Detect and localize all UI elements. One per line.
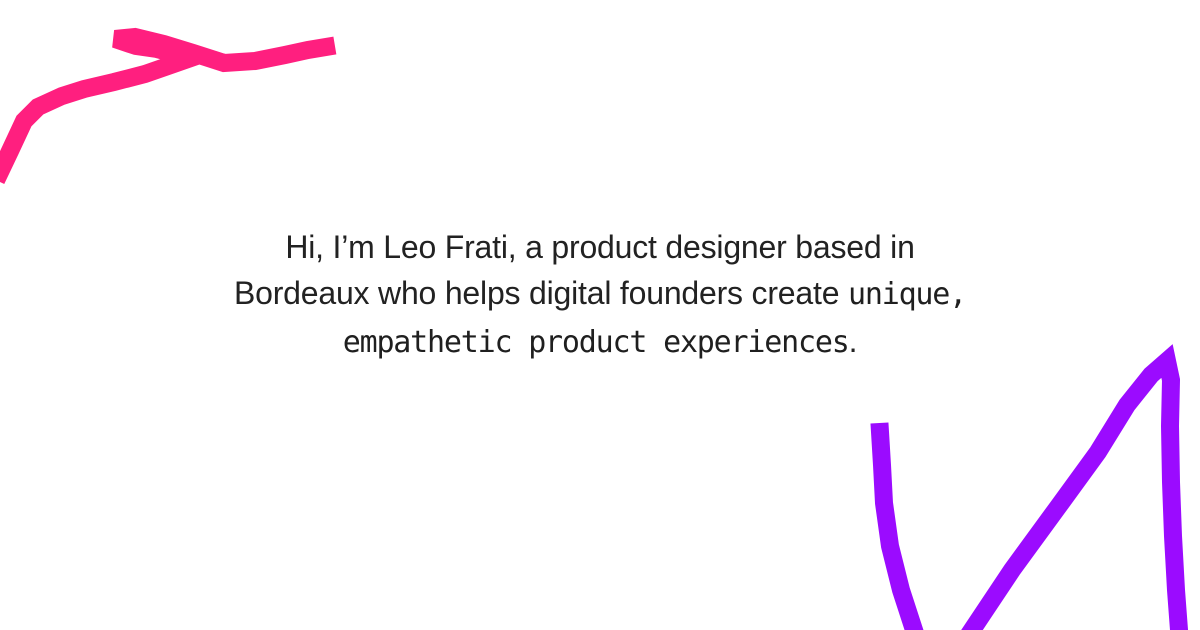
- intro-end-punctuation: .: [848, 323, 858, 359]
- purple-scribble: [870, 344, 1189, 630]
- intro-line-1: Hi, I’m Leo Frati, a product designer ba…: [285, 229, 915, 265]
- intro-line-2-text: Bordeaux who helps digital founders crea…: [233, 275, 848, 311]
- pink-scribble: [0, 27, 337, 184]
- og-image-canvas: Hi, I’m Leo Frati, a product designer ba…: [0, 0, 1200, 630]
- intro-line-3: empathetic product experiences.: [0, 318, 1200, 366]
- intro-line-2: Bordeaux who helps digital founders crea…: [0, 270, 1200, 318]
- intro-highlight-empathetic: empathetic product experiences: [342, 325, 850, 360]
- intro-text: Hi, I’m Leo Frati, a product designer ba…: [0, 224, 1200, 366]
- intro-highlight-unique: unique,: [847, 277, 967, 312]
